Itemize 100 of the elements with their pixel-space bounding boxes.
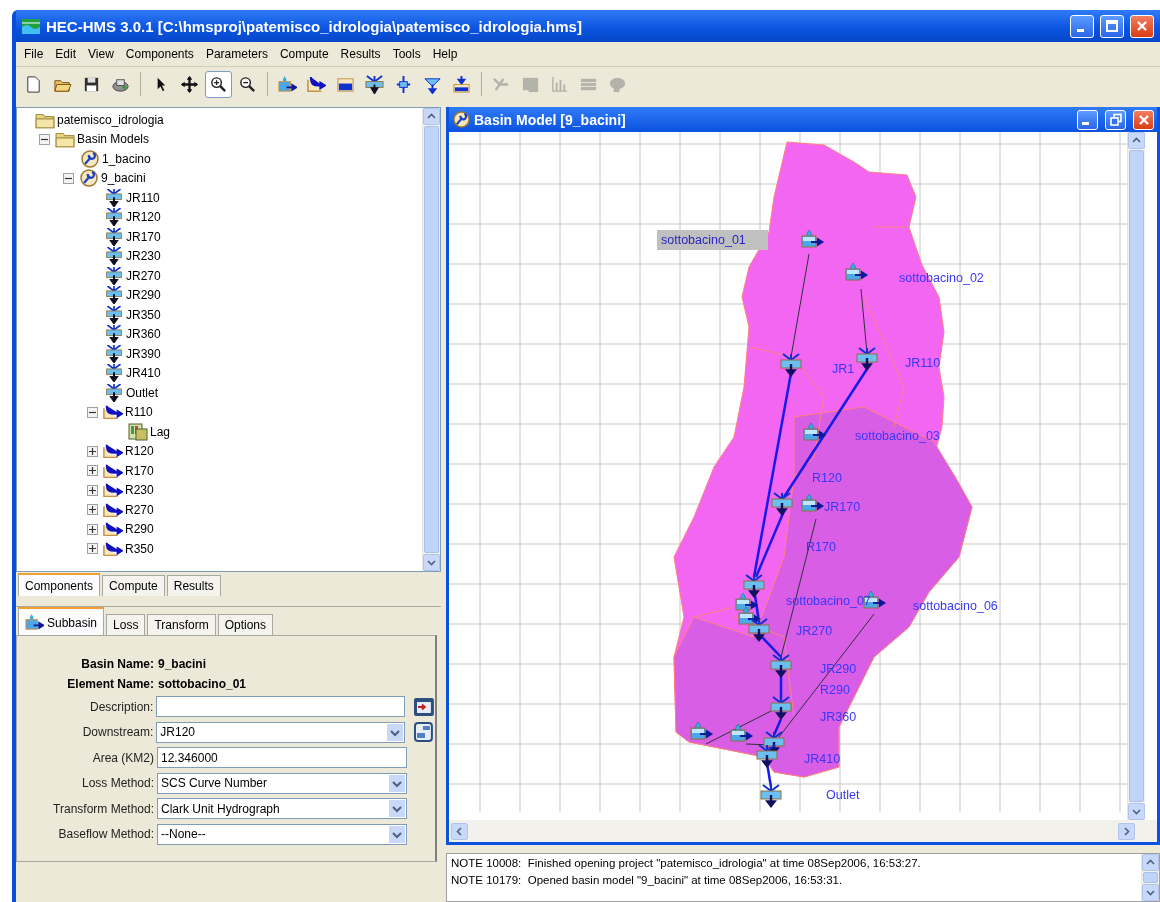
junction-icon [365, 74, 384, 94]
tree-item[interactable]: Lag [150, 424, 171, 439]
scroll-up-button[interactable] [1142, 854, 1159, 871]
expand-button[interactable] [87, 543, 98, 555]
bar-chart-icon [550, 74, 569, 94]
junction-icon[interactable] [756, 744, 778, 768]
scroll-down-button[interactable] [423, 554, 440, 571]
subbasin-icon[interactable] [845, 262, 869, 281]
dropdown[interactable]: --None-- [157, 823, 407, 845]
scroll-up-button[interactable] [1128, 132, 1145, 149]
dropdown[interactable]: SCS Curve Number [157, 772, 407, 794]
tree-item[interactable]: JR410 [126, 366, 161, 381]
tab[interactable]: Options [217, 614, 273, 635]
tree-item[interactable]: patemisco_idrologia [57, 112, 164, 127]
junction-icon[interactable] [771, 492, 793, 516]
menu-item[interactable]: File [18, 47, 50, 61]
subbasin-icon[interactable] [803, 422, 827, 441]
tree-item[interactable]: Basin Models [77, 132, 150, 147]
junction-icon[interactable] [770, 696, 792, 720]
tree-item[interactable]: R230 [125, 483, 154, 498]
tab[interactable]: Compute [102, 575, 165, 596]
collapse-button[interactable] [39, 133, 50, 145]
maximize-button[interactable] [1100, 14, 1124, 38]
tree-item[interactable]: JR270 [126, 268, 161, 283]
menu-item[interactable]: Components [119, 47, 200, 61]
tab[interactable]: Loss [106, 614, 146, 635]
junction-icon [104, 266, 124, 285]
expand-button[interactable] [87, 465, 98, 477]
tree-item[interactable]: JR290 [126, 288, 161, 303]
subbasin-icon[interactable] [801, 229, 825, 248]
junction-icon[interactable] [748, 618, 770, 642]
field-label: Basin Name: [80, 657, 154, 671]
expand-button[interactable] [87, 504, 98, 516]
expand-button[interactable] [87, 484, 98, 496]
junction-icon[interactable] [770, 654, 792, 678]
tree-item[interactable]: R120 [125, 444, 154, 459]
junction-icon[interactable] [760, 784, 782, 808]
tree-item[interactable]: JR120 [126, 210, 161, 225]
vertical-scrollbar[interactable] [1141, 854, 1159, 901]
minimize-button[interactable] [1077, 109, 1098, 130]
junction-icon[interactable] [743, 574, 765, 598]
close-button[interactable] [1133, 109, 1154, 130]
input-field[interactable]: 12.346000 [157, 747, 407, 769]
scroll-right-button[interactable] [1118, 822, 1135, 840]
expand-button[interactable] [87, 445, 98, 457]
menu-item[interactable]: Compute [273, 47, 335, 61]
dropdown[interactable]: Clark Unit Hydrograph [157, 798, 407, 820]
subbasin-icon[interactable] [690, 721, 714, 740]
menu-item[interactable]: Help [426, 47, 464, 61]
collapse-button[interactable] [63, 172, 74, 184]
tree-item[interactable]: JR230 [126, 249, 161, 264]
minimize-button[interactable] [1070, 14, 1094, 38]
window-title: HEC-HMS 3.0.1 [C:\hmsproj\patemisco_idrologia\patemisco_idrologia.hms] [46, 17, 583, 35]
junction-icon[interactable] [780, 353, 802, 377]
tree-item[interactable]: Outlet [126, 385, 158, 400]
tree-item[interactable]: R270 [125, 502, 154, 517]
menu-item[interactable]: Parameters [199, 47, 274, 61]
tab[interactable]: Transform [147, 614, 216, 635]
tree-item[interactable]: 9_bacini [101, 171, 146, 186]
scroll-down-button[interactable] [1128, 803, 1145, 820]
tree-item[interactable]: R110 [125, 405, 153, 420]
element-selector-icon[interactable] [413, 722, 435, 743]
edit-description-icon[interactable] [413, 696, 435, 717]
tab[interactable]: Subbasin [18, 607, 105, 635]
scroll-left-button[interactable] [451, 822, 468, 840]
tab[interactable]: Components [18, 573, 101, 596]
plus-icon [88, 485, 97, 495]
toolbar-button[interactable] [205, 70, 232, 98]
restore-button[interactable] [1105, 109, 1126, 130]
expand-button[interactable] [87, 523, 98, 535]
map-label[interactable]: sottobacino_01 [657, 230, 768, 250]
horizontal-scrollbar[interactable] [449, 820, 1157, 842]
tree-item[interactable]: JR360 [126, 327, 161, 342]
menu-item[interactable]: Edit [49, 47, 83, 61]
tree-item[interactable]: JR170 [126, 229, 161, 244]
subbasin-icon[interactable] [730, 723, 754, 742]
subbasin-icon[interactable] [738, 606, 762, 625]
tab[interactable]: Results [166, 575, 221, 596]
collapse-button[interactable] [87, 406, 98, 418]
dropdown[interactable]: JR120 [156, 721, 406, 743]
tree-item[interactable]: R350 [125, 541, 154, 556]
scroll-down-button[interactable] [1142, 884, 1159, 901]
menu-item[interactable]: Tools [386, 47, 427, 61]
vertical-scrollbar[interactable] [422, 108, 440, 571]
tree-item[interactable]: JR350 [126, 307, 161, 322]
subbasin-icon[interactable] [801, 493, 825, 512]
close-button[interactable] [1130, 14, 1154, 38]
tree-item[interactable]: JR390 [126, 346, 161, 361]
tree-item[interactable]: JR110 [126, 190, 160, 205]
tree-item[interactable]: 1_bacino [102, 151, 151, 166]
tree-item[interactable]: R290 [125, 522, 154, 537]
input-field[interactable] [156, 696, 406, 718]
basin-model-icon [453, 111, 470, 128]
map-label[interactable]: Outlet [826, 788, 860, 802]
vertical-scrollbar[interactable] [1127, 132, 1145, 820]
scroll-up-button[interactable] [423, 108, 440, 125]
junction-icon[interactable] [856, 347, 878, 371]
menu-item[interactable]: View [82, 47, 120, 61]
menu-item[interactable]: Results [334, 47, 387, 61]
tree-item[interactable]: R170 [125, 463, 154, 478]
